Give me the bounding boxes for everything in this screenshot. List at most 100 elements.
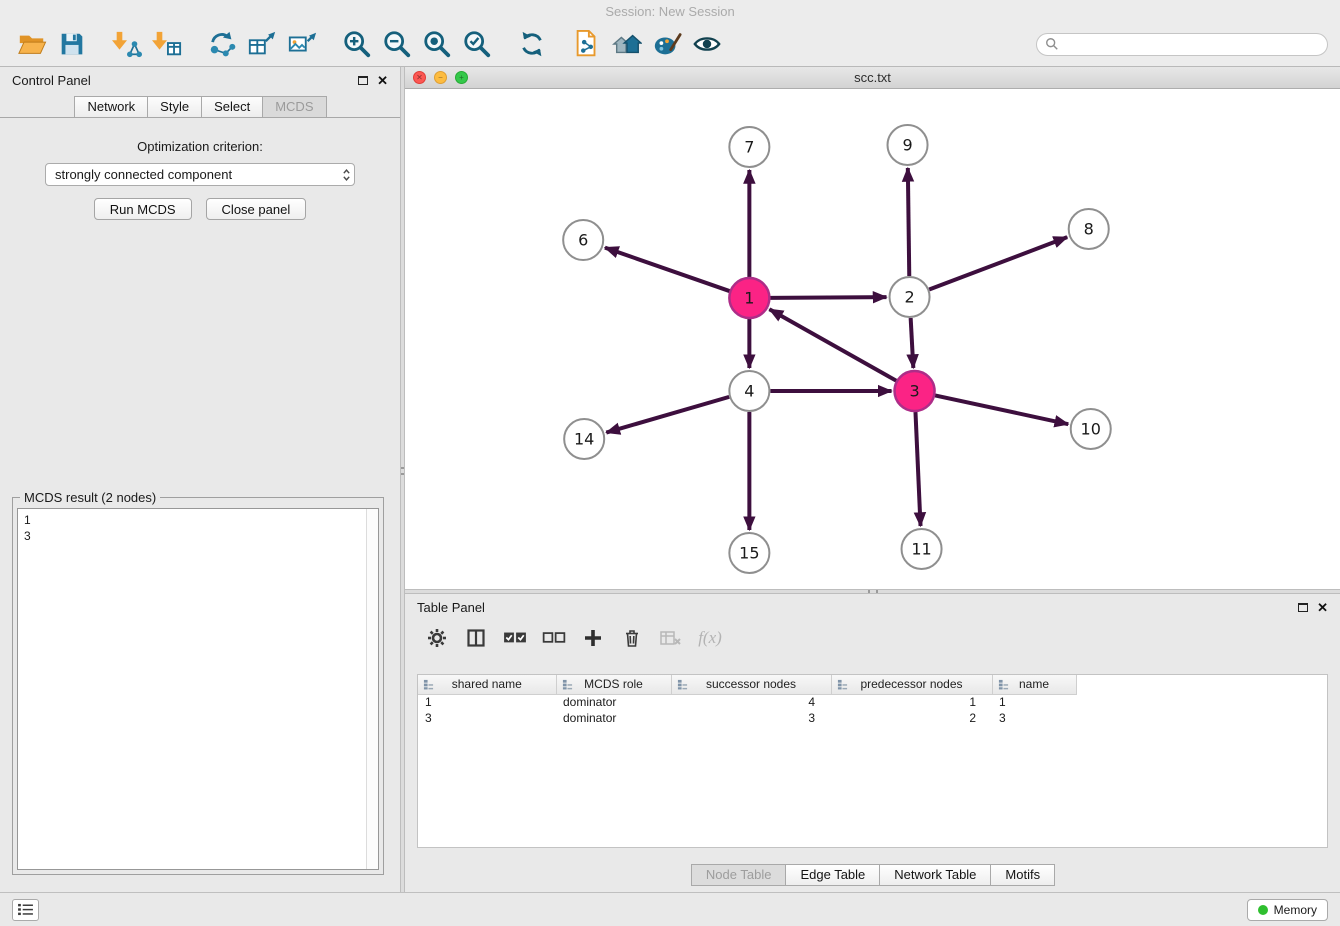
graph-node-11[interactable]: 11 (902, 529, 942, 569)
table-cell[interactable]: 3 (671, 710, 831, 726)
graph-edge-1-6[interactable] (605, 248, 730, 291)
run-mcds-button[interactable]: Run MCDS (94, 198, 192, 220)
show-column-button[interactable] (464, 626, 488, 650)
network-from-selection-button[interactable] (567, 26, 607, 62)
splitter-grip[interactable] (868, 590, 878, 593)
search-field[interactable] (1036, 33, 1328, 56)
function-builder-button[interactable]: f(x) (698, 626, 722, 650)
graph-node-8[interactable]: 8 (1069, 209, 1109, 249)
open-session-button[interactable] (12, 26, 52, 62)
zoom-selected-button[interactable] (457, 26, 497, 62)
home-button[interactable] (607, 26, 647, 62)
export-network-button[interactable] (202, 26, 242, 62)
table-cell[interactable]: 1 (992, 694, 1076, 710)
graph-node-6[interactable]: 6 (563, 220, 603, 260)
optimization-criterion-dropdown[interactable]: strongly connected component (45, 163, 355, 186)
apply-style-button[interactable] (647, 26, 687, 62)
tab-mcds[interactable]: MCDS (262, 96, 326, 117)
save-floppy-icon (57, 29, 87, 59)
horizontal-splitter[interactable] (405, 589, 1340, 594)
graph-node-15[interactable]: 15 (729, 533, 769, 573)
graph-node-14[interactable]: 14 (564, 419, 604, 459)
graph-edge-4-14[interactable] (606, 397, 729, 433)
table-cell[interactable]: 2 (831, 710, 992, 726)
close-panel-button[interactable]: Close panel (206, 198, 307, 220)
deselect-all-icon (542, 630, 566, 646)
graph-node-7[interactable]: 7 (729, 127, 769, 167)
zoom-fit-button[interactable] (417, 26, 457, 62)
import-table-button[interactable] (147, 26, 187, 62)
column-header-name[interactable]: name (992, 675, 1076, 694)
graph-edge-3-11[interactable] (915, 412, 920, 526)
graph-edge-3-10[interactable] (935, 395, 1068, 424)
column-type-icon (423, 679, 434, 690)
table-row[interactable]: 3dominator323 (418, 710, 1076, 726)
select-all-rows-button[interactable] (503, 626, 527, 650)
table-cell[interactable]: 4 (671, 694, 831, 710)
table-cell[interactable]: 3 (418, 710, 556, 726)
zoom-fit-icon (422, 29, 452, 59)
close-panel-icon[interactable]: ✕ (1317, 601, 1328, 614)
graph-edge-1-2[interactable] (770, 297, 886, 298)
search-input[interactable] (1064, 37, 1319, 51)
graph-node-2[interactable]: 2 (890, 277, 930, 317)
svg-text:15: 15 (739, 544, 759, 563)
tab-network[interactable]: Network (74, 96, 148, 117)
deselect-all-rows-button[interactable] (542, 626, 566, 650)
table-cell[interactable]: 1 (418, 694, 556, 710)
mcds-result-text[interactable]: 13 (17, 508, 379, 870)
graph-node-3[interactable]: 3 (895, 371, 935, 411)
delete-table-button[interactable] (659, 626, 683, 650)
splitter-grip[interactable] (401, 467, 404, 475)
add-column-button[interactable] (581, 626, 605, 650)
refresh-view-button[interactable] (512, 26, 552, 62)
mcds-result-title: MCDS result (2 nodes) (20, 490, 160, 505)
close-panel-icon[interactable]: ✕ (377, 74, 388, 87)
export-image-button[interactable] (282, 26, 322, 62)
table-settings-button[interactable] (425, 626, 449, 650)
scrollbar-track[interactable] (366, 509, 378, 869)
column-header-successor-nodes[interactable]: successor nodes (671, 675, 831, 694)
tab-node-table[interactable]: Node Table (691, 864, 787, 886)
import-table-icon (152, 29, 182, 59)
tab-style[interactable]: Style (147, 96, 202, 117)
graph-node-10[interactable]: 10 (1071, 409, 1111, 449)
table-row[interactable]: 1dominator411 (418, 694, 1076, 710)
maximize-window-icon[interactable]: + (455, 71, 468, 84)
column-label: shared name (452, 677, 522, 691)
delete-column-button[interactable] (620, 626, 644, 650)
table-cell[interactable]: 1 (831, 694, 992, 710)
graph-edge-2-8[interactable] (929, 237, 1067, 289)
table-cell[interactable]: dominator (556, 710, 671, 726)
graphics-details-button[interactable] (687, 26, 727, 62)
delete-table-icon (659, 630, 683, 646)
task-history-button[interactable] (12, 899, 39, 921)
graph-node-4[interactable]: 4 (729, 371, 769, 411)
minimize-window-icon[interactable]: − (434, 71, 447, 84)
float-panel-icon[interactable] (1298, 603, 1308, 612)
tab-select[interactable]: Select (201, 96, 263, 117)
export-table-button[interactable] (242, 26, 282, 62)
graph-edge-2-3[interactable] (911, 318, 914, 368)
tab-motifs[interactable]: Motifs (990, 864, 1055, 886)
network-canvas[interactable]: 7 9 6 8 1 2 4 3 14 10 15 11 (405, 89, 1340, 589)
column-header-mcds-role[interactable]: MCDS role (556, 675, 671, 694)
save-session-button[interactable] (52, 26, 92, 62)
graph-node-9[interactable]: 9 (888, 125, 928, 165)
column-header-predecessor-nodes[interactable]: predecessor nodes (831, 675, 992, 694)
network-window-titlebar: scc.txt ✕ − + (405, 67, 1340, 89)
column-header-shared-name[interactable]: shared name (418, 675, 556, 694)
graph-edge-2-9[interactable] (908, 168, 909, 276)
table-cell[interactable]: dominator (556, 694, 671, 710)
memory-button[interactable]: Memory (1247, 899, 1328, 921)
graph-node-1[interactable]: 1 (729, 278, 769, 318)
tab-network-table[interactable]: Network Table (879, 864, 991, 886)
zoom-in-button[interactable] (337, 26, 377, 62)
import-network-button[interactable] (107, 26, 147, 62)
graph-edge-3-1[interactable] (769, 309, 896, 380)
tab-edge-table[interactable]: Edge Table (785, 864, 880, 886)
table-cell[interactable]: 3 (992, 710, 1076, 726)
float-panel-icon[interactable] (358, 76, 368, 85)
zoom-out-button[interactable] (377, 26, 417, 62)
close-window-icon[interactable]: ✕ (413, 71, 426, 84)
